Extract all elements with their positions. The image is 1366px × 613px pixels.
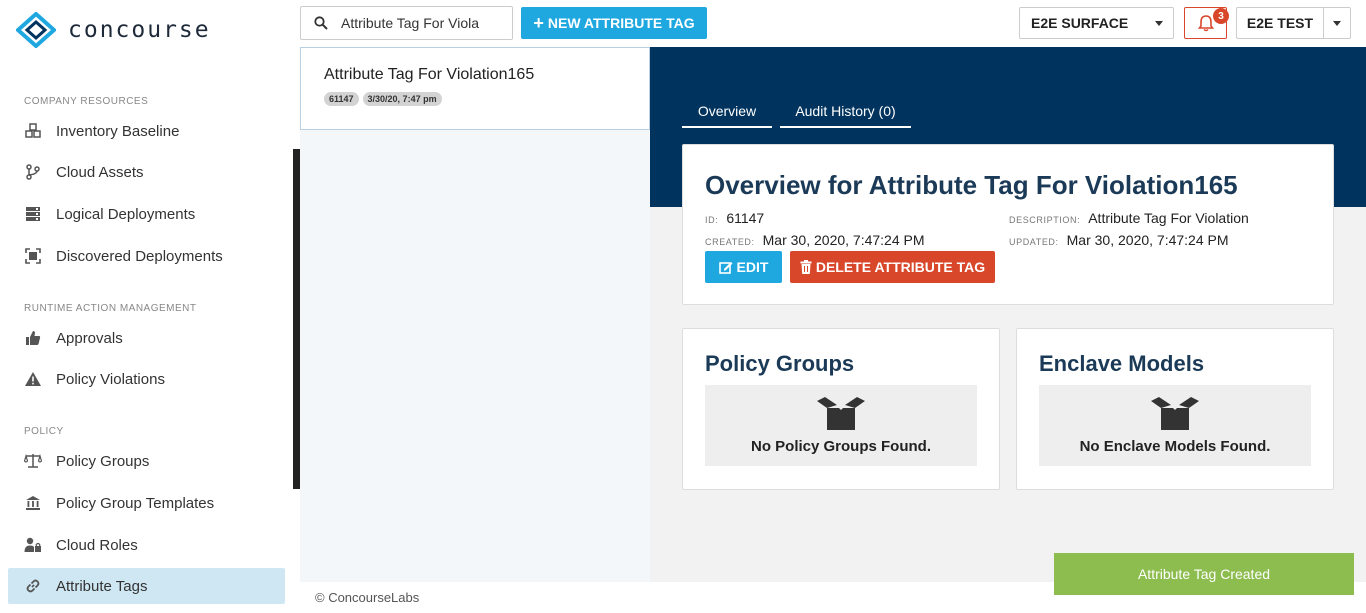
plus-icon: + (533, 13, 544, 33)
chevron-down-icon (1155, 21, 1163, 26)
section-label-company-resources: COMPANY RESOURCES (24, 96, 149, 107)
id-badge: 61147 (324, 92, 359, 106)
tab-label: Audit History (0) (795, 103, 896, 119)
sidebar-item-policy-violations[interactable]: Policy Violations (8, 361, 285, 397)
meta-value: Mar 30, 2020, 7:47:24 PM (762, 232, 925, 248)
sidebar-item-label: Attribute Tags (56, 577, 148, 595)
section-label-policy: POLICY (24, 426, 64, 437)
chevron-down-icon (1333, 21, 1341, 26)
policy-groups-empty-text: No Policy Groups Found. (751, 438, 931, 455)
server-icon (24, 205, 42, 223)
sidebar-item-label: Logical Deployments (56, 205, 196, 223)
sidebar-item-label: Inventory Baseline (56, 122, 180, 140)
search-icon (301, 16, 341, 30)
edit-label: EDIT (736, 259, 769, 275)
overview-title: Overview for Attribute Tag For Violation… (705, 170, 1238, 200)
overview-card: Overview for Attribute Tag For Violation… (682, 144, 1334, 305)
open-box-icon (1151, 397, 1199, 430)
sidebar-item-cloud-roles[interactable]: Cloud Roles (8, 527, 285, 563)
logo[interactable]: concourse (16, 12, 211, 48)
policy-groups-title: Policy Groups (705, 351, 855, 376)
list-panel: Attribute Tag For Violation165 61147 3/3… (300, 47, 650, 582)
enclave-models-empty-state: No Enclave Models Found. (1039, 385, 1311, 466)
scan-icon (24, 247, 42, 265)
search-box[interactable] (300, 6, 513, 40)
scale-icon (24, 452, 42, 470)
branch-icon (24, 163, 42, 181)
search-input[interactable] (341, 15, 506, 31)
edit-button[interactable]: EDIT (705, 251, 782, 283)
user-menu-toggle[interactable] (1323, 7, 1351, 39)
sidebar-item-label: Cloud Roles (56, 536, 138, 554)
trash-icon (800, 260, 812, 274)
tab-label: Overview (697, 103, 757, 119)
section-label-runtime-action-management: RUNTIME ACTION MANAGEMENT (24, 303, 197, 314)
enclave-models-empty-text: No Enclave Models Found. (1079, 438, 1271, 455)
open-box-icon (817, 397, 865, 430)
detail-panel: Overview Audit History (0) Overview for … (650, 47, 1366, 582)
new-attribute-tag-label: NEW ATTRIBUTE TAG (547, 15, 695, 31)
list-item[interactable]: Attribute Tag For Violation165 61147 3/3… (300, 47, 650, 130)
notification-count-badge: 3 (1213, 8, 1229, 24)
meta-value: 61147 (726, 210, 765, 226)
logo-text: concourse (68, 17, 211, 43)
meta-label: UPDATED: (1009, 237, 1059, 247)
meta-value: Mar 30, 2020, 7:47:24 PM (1066, 232, 1229, 248)
policy-groups-card: Policy Groups No Policy Groups Found. (682, 328, 1000, 490)
sidebar-item-inventory-baseline[interactable]: Inventory Baseline (8, 113, 285, 149)
enclave-models-title: Enclave Models (1039, 351, 1205, 376)
meta-description: DESCRIPTION: Attribute Tag For Violation (1009, 210, 1249, 226)
date-badge: 3/30/20, 7:47 pm (362, 92, 442, 106)
meta-value: Attribute Tag For Violation (1088, 210, 1249, 226)
edit-icon (718, 262, 733, 274)
sidebar-item-approvals[interactable]: Approvals (8, 320, 285, 356)
meta-label: CREATED: (705, 237, 755, 247)
user-name: E2E TEST (1246, 15, 1314, 31)
bank-icon (24, 494, 42, 512)
link-icon (24, 577, 42, 595)
sidebar-item-cloud-assets[interactable]: Cloud Assets (8, 154, 285, 190)
environment-select[interactable]: E2E SURFACE (1019, 7, 1174, 39)
sidebar: concourse COMPANY RESOURCES Inventory Ba… (0, 0, 300, 613)
tab-audit-history[interactable]: Audit History (0) (780, 103, 911, 128)
environment-value: E2E SURFACE (1031, 15, 1129, 31)
bell-icon (1197, 15, 1214, 32)
sidebar-item-label: Policy Violations (56, 370, 165, 388)
cubes-icon (24, 122, 42, 140)
warning-icon (24, 370, 42, 388)
policy-groups-empty-state: No Policy Groups Found. (705, 385, 977, 466)
tab-overview[interactable]: Overview (682, 103, 772, 128)
enclave-models-card: Enclave Models No Enclave Models Found. (1016, 328, 1334, 490)
sidebar-item-label: Policy Groups (56, 452, 150, 470)
sidebar-item-label: Policy Group Templates (56, 494, 215, 512)
thumbs-up-icon (24, 329, 42, 347)
toast-text: Attribute Tag Created (1137, 566, 1271, 582)
sidebar-scrollbar[interactable] (293, 149, 300, 489)
footer-copyright: © ConcourseLabs (315, 590, 420, 605)
sidebar-item-logical-deployments[interactable]: Logical Deployments (8, 196, 285, 232)
concourse-logo-icon (16, 12, 56, 48)
sidebar-item-policy-groups[interactable]: Policy Groups (8, 443, 285, 479)
meta-label: DESCRIPTION: (1009, 215, 1081, 225)
meta-id: ID: 61147 (705, 210, 764, 226)
sidebar-item-label: Discovered Deployments (56, 247, 223, 265)
toast-notification[interactable]: Attribute Tag Created (1054, 553, 1354, 595)
sidebar-item-discovered-deployments[interactable]: Discovered Deployments (8, 238, 285, 274)
delete-label: DELETE ATTRIBUTE TAG (815, 259, 986, 275)
sidebar-item-label: Approvals (56, 329, 123, 347)
user-menu-button[interactable]: E2E TEST (1236, 7, 1323, 39)
sidebar-item-policy-group-templates[interactable]: Policy Group Templates (8, 485, 285, 521)
list-item-title: Attribute Tag For Violation165 (324, 66, 535, 83)
sidebar-item-attribute-tags[interactable]: Attribute Tags (8, 568, 285, 604)
meta-created: CREATED: Mar 30, 2020, 7:47:24 PM (705, 232, 925, 248)
delete-attribute-tag-button[interactable]: DELETE ATTRIBUTE TAG (790, 251, 995, 283)
meta-label: ID: (705, 215, 719, 225)
new-attribute-tag-button[interactable]: + NEW ATTRIBUTE TAG (521, 7, 707, 39)
user-lock-icon (24, 536, 42, 554)
sidebar-item-label: Cloud Assets (56, 163, 144, 181)
meta-updated: UPDATED: Mar 30, 2020, 7:47:24 PM (1009, 232, 1229, 248)
